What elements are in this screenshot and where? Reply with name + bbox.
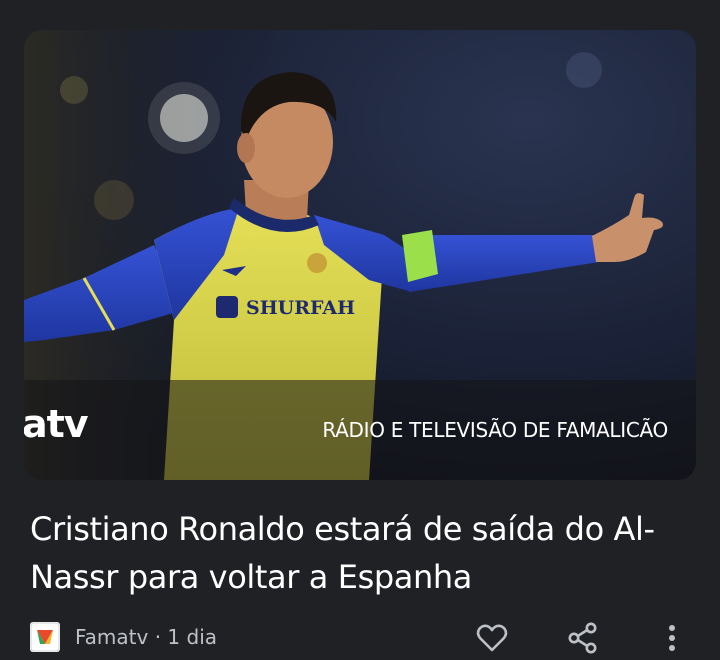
news-card[interactable]: SHURFAH atv RÁDIO E TELEVISÃO DE FAMALIC…	[0, 0, 720, 660]
source-name[interactable]: Famatv	[75, 625, 148, 649]
more-options-button[interactable]	[652, 620, 692, 656]
heart-icon	[476, 624, 508, 652]
share-icon	[568, 622, 597, 654]
more-vertical-icon	[669, 625, 675, 651]
article-headline[interactable]: Cristiano Ronaldo estará de saída do Al-…	[30, 505, 690, 601]
meta-separator: ·	[148, 625, 168, 649]
share-button[interactable]	[563, 620, 603, 656]
article-meta: Famatv · 1 dia	[30, 620, 700, 656]
article-age: 1 dia	[167, 625, 218, 649]
image-caption-logo: atv	[24, 402, 89, 446]
image-caption-text: RÁDIO E TELEVISÃO DE FAMALICÃO	[322, 418, 668, 442]
source-label[interactable]: Famatv · 1 dia	[75, 625, 217, 649]
famatv-logo-icon	[30, 622, 60, 652]
like-button[interactable]	[472, 620, 512, 656]
article-image[interactable]: SHURFAH atv RÁDIO E TELEVISÃO DE FAMALIC…	[24, 30, 696, 480]
jersey-sponsor-text: SHURFAH	[246, 297, 355, 319]
